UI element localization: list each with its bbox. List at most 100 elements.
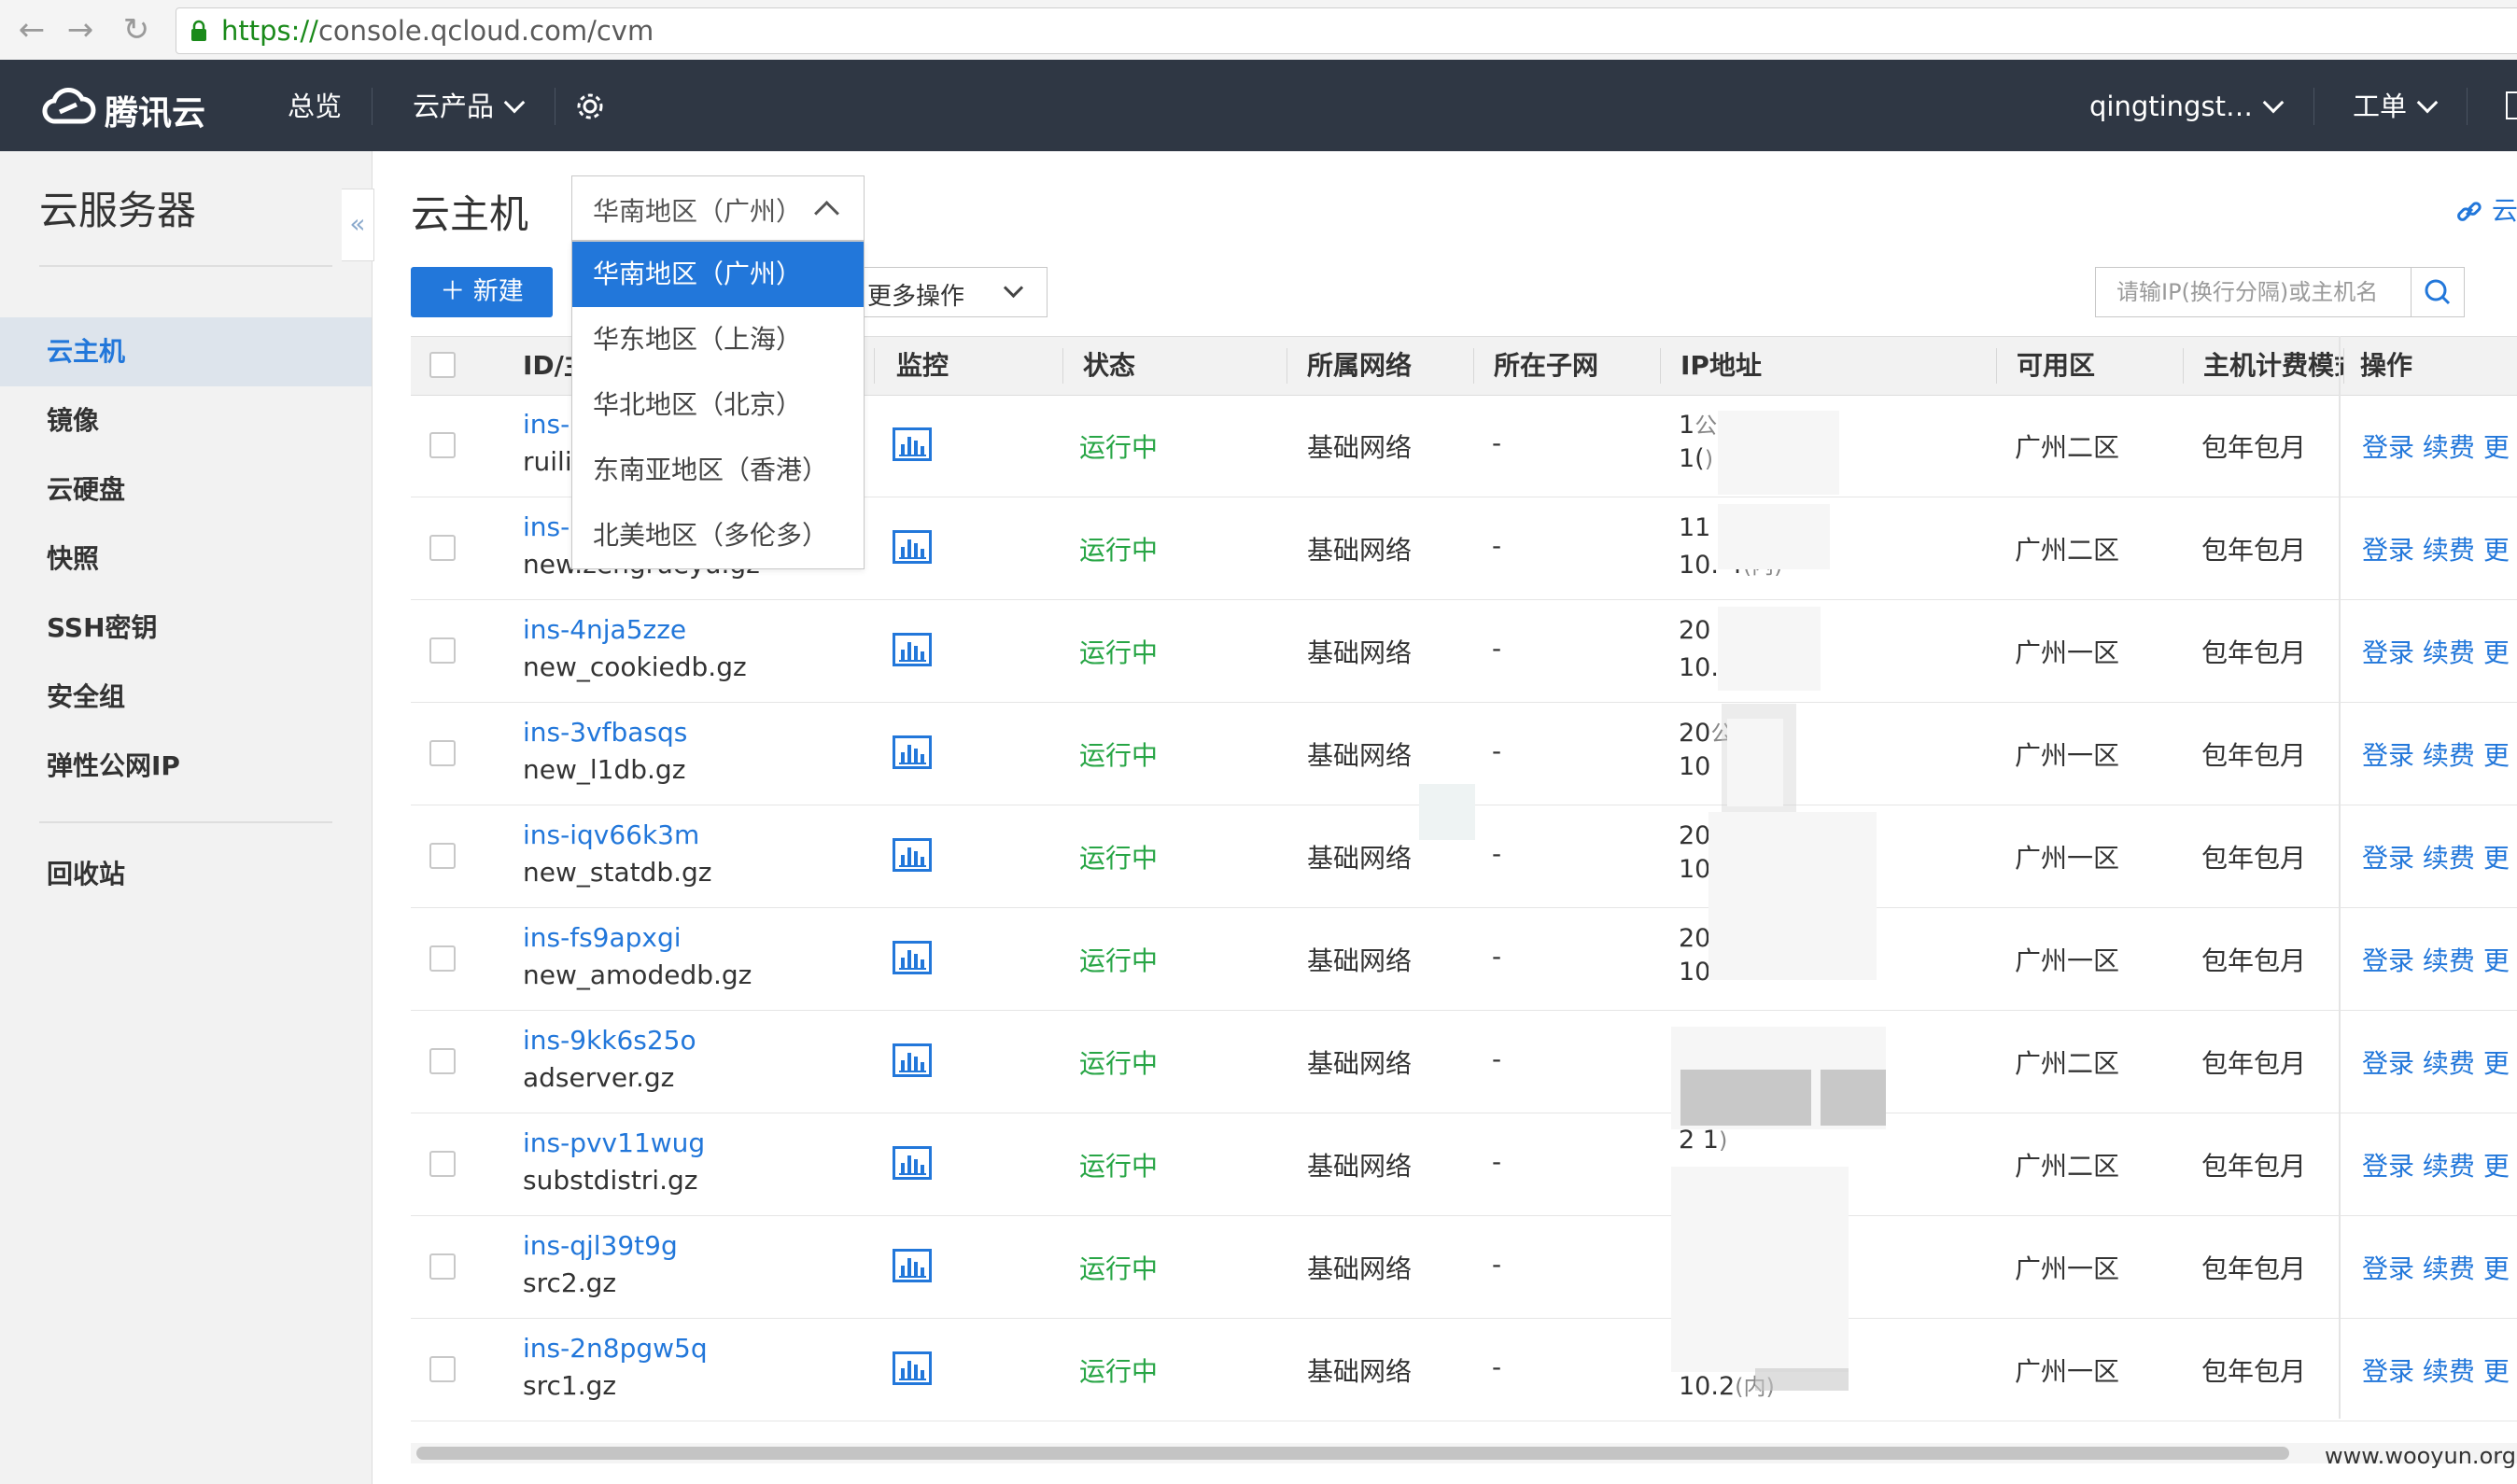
window-icon[interactable] — [2506, 91, 2517, 119]
row-checkbox[interactable] — [429, 432, 456, 458]
row-checkbox[interactable] — [429, 1356, 456, 1382]
instance-id-link[interactable]: ins-qjl39t9g — [523, 1230, 678, 1261]
top-right-link-label: 云 — [2491, 195, 2517, 226]
monitor-chart-icon[interactable] — [893, 838, 932, 872]
table-row: ins-fs9apxginew_amodedb.gz运行中基础网络-20公)10… — [411, 907, 2517, 1011]
monitor-chart-icon[interactable] — [893, 1249, 932, 1282]
more-link[interactable]: 更 — [2483, 740, 2510, 771]
login-link[interactable]: 登录 — [2362, 843, 2414, 874]
renew-link[interactable]: 续费 — [2423, 637, 2475, 668]
search-button[interactable] — [2411, 268, 2464, 316]
top-right-link[interactable]: 云 — [2455, 190, 2517, 228]
monitor-chart-icon[interactable] — [893, 1146, 932, 1180]
top-navigation: 腾讯云 总览 云产品 qingtingst… 工单 — [0, 60, 2517, 151]
sidebar-item-instances[interactable]: 云主机 — [0, 317, 372, 386]
region-select[interactable]: 华南地区（广州） — [571, 175, 865, 241]
login-link[interactable]: 登录 — [2362, 1253, 2414, 1284]
login-link[interactable]: 登录 — [2362, 1151, 2414, 1182]
sidebar-item-images[interactable]: 镜像 — [0, 386, 372, 455]
address-bar[interactable]: https://console.qcloud.com/cvm — [176, 7, 2517, 54]
private-ip: 10 — [1679, 855, 1710, 884]
sidebar-item-recycle-bin[interactable]: 回收站 — [0, 840, 372, 909]
more-link[interactable]: 更 — [2483, 843, 2510, 874]
region-option-guangzhou[interactable]: 华南地区（广州） — [572, 242, 864, 307]
select-all-checkbox[interactable] — [429, 352, 456, 378]
availability-zone: 广州一区 — [2015, 637, 2120, 668]
row-checkbox[interactable] — [429, 1151, 456, 1177]
row-checkbox[interactable] — [429, 1253, 456, 1280]
more-link[interactable]: 更 — [2483, 432, 2510, 463]
lock-icon — [191, 20, 206, 41]
gear-icon[interactable] — [573, 90, 607, 123]
sidebar-item-security-groups[interactable]: 安全组 — [0, 663, 372, 732]
tickets-menu[interactable]: 工单 — [2353, 88, 2439, 125]
region-option-toronto[interactable]: 北美地区（多伦多） — [572, 503, 864, 568]
back-icon[interactable]: ← — [13, 13, 50, 47]
monitor-chart-icon[interactable] — [893, 735, 932, 769]
login-link[interactable]: 登录 — [2362, 432, 2414, 463]
instance-id-link[interactable]: ins-pvv11wug — [523, 1127, 705, 1158]
renew-link[interactable]: 续费 — [2423, 432, 2475, 463]
sidebar-item-elastic-ip[interactable]: 弹性公网IP — [0, 732, 372, 801]
nav-overview[interactable]: 总览 — [288, 88, 342, 125]
header-zone[interactable]: 可用区 — [2017, 337, 2095, 395]
scrollbar-thumb[interactable] — [416, 1447, 2289, 1460]
monitor-chart-icon[interactable] — [893, 1351, 932, 1385]
instance-id-link[interactable]: ins-3vfbasqs — [523, 717, 687, 748]
more-link[interactable]: 更 — [2483, 1151, 2510, 1182]
monitor-chart-icon[interactable] — [893, 530, 932, 564]
monitor-chart-icon[interactable] — [893, 941, 932, 974]
renew-link[interactable]: 续费 — [2423, 535, 2475, 566]
instance-id-link[interactable]: ins-fs9apxgi — [523, 922, 682, 953]
more-link[interactable]: 更 — [2483, 1356, 2510, 1387]
renew-link[interactable]: 续费 — [2423, 1048, 2475, 1079]
more-link[interactable]: 更 — [2483, 945, 2510, 976]
login-link[interactable]: 登录 — [2362, 535, 2414, 566]
renew-link[interactable]: 续费 — [2423, 1151, 2475, 1182]
header-billing[interactable]: 主机计费模式 — [2203, 337, 2343, 395]
availability-zone: 广州二区 — [2015, 535, 2120, 566]
row-checkbox[interactable] — [429, 535, 456, 561]
renew-link[interactable]: 续费 — [2423, 843, 2475, 874]
region-option-shanghai[interactable]: 华东地区（上海） — [572, 307, 864, 372]
renew-link[interactable]: 续费 — [2423, 1253, 2475, 1284]
more-link[interactable]: 更 — [2483, 1048, 2510, 1079]
instance-id-link[interactable]: ins-iqv66k3m — [523, 819, 699, 850]
instance-id-link[interactable]: ins-2n8pgw5q — [523, 1333, 708, 1364]
monitor-chart-icon[interactable] — [893, 427, 932, 461]
nav-products[interactable]: 云产品 — [413, 88, 526, 125]
row-checkbox[interactable] — [429, 945, 456, 972]
user-menu[interactable]: qingtingst… — [2089, 88, 2285, 125]
more-link[interactable]: 更 — [2483, 1253, 2510, 1284]
row-checkbox[interactable] — [429, 1048, 456, 1074]
login-link[interactable]: 登录 — [2362, 1048, 2414, 1079]
monitor-chart-icon[interactable] — [893, 1043, 932, 1077]
row-checkbox[interactable] — [429, 843, 456, 869]
search-input[interactable] — [2096, 268, 2404, 316]
login-link[interactable]: 登录 — [2362, 637, 2414, 668]
header-status[interactable]: 状态 — [1083, 337, 1135, 395]
more-link[interactable]: 更 — [2483, 637, 2510, 668]
region-option-hongkong[interactable]: 东南亚地区（香港） — [572, 438, 864, 503]
instance-id-link[interactable]: ins-9kk6s25o — [523, 1025, 696, 1056]
sidebar-collapse-button[interactable]: « — [342, 189, 374, 261]
login-link[interactable]: 登录 — [2362, 945, 2414, 976]
sidebar-item-disks[interactable]: 云硬盘 — [0, 455, 372, 525]
renew-link[interactable]: 续费 — [2423, 945, 2475, 976]
login-link[interactable]: 登录 — [2362, 740, 2414, 771]
row-checkbox[interactable] — [429, 637, 456, 664]
sidebar-item-snapshots[interactable]: 快照 — [0, 525, 372, 594]
monitor-chart-icon[interactable] — [893, 633, 932, 666]
forward-icon[interactable]: → — [62, 13, 99, 47]
login-link[interactable]: 登录 — [2362, 1356, 2414, 1387]
renew-link[interactable]: 续费 — [2423, 740, 2475, 771]
reload-icon[interactable]: ↻ — [118, 13, 155, 47]
row-checkbox[interactable] — [429, 740, 456, 766]
more-operations-select[interactable]: 更多操作 — [851, 267, 1048, 317]
more-link[interactable]: 更 — [2483, 535, 2510, 566]
renew-link[interactable]: 续费 — [2423, 1356, 2475, 1387]
region-option-beijing[interactable]: 华北地区（北京） — [572, 372, 864, 438]
sidebar-item-ssh-keys[interactable]: SSH密钥 — [0, 594, 372, 663]
new-instance-button[interactable]: ＋ 新建 — [411, 267, 553, 317]
instance-id-link[interactable]: ins-4nja5zze — [523, 614, 686, 645]
